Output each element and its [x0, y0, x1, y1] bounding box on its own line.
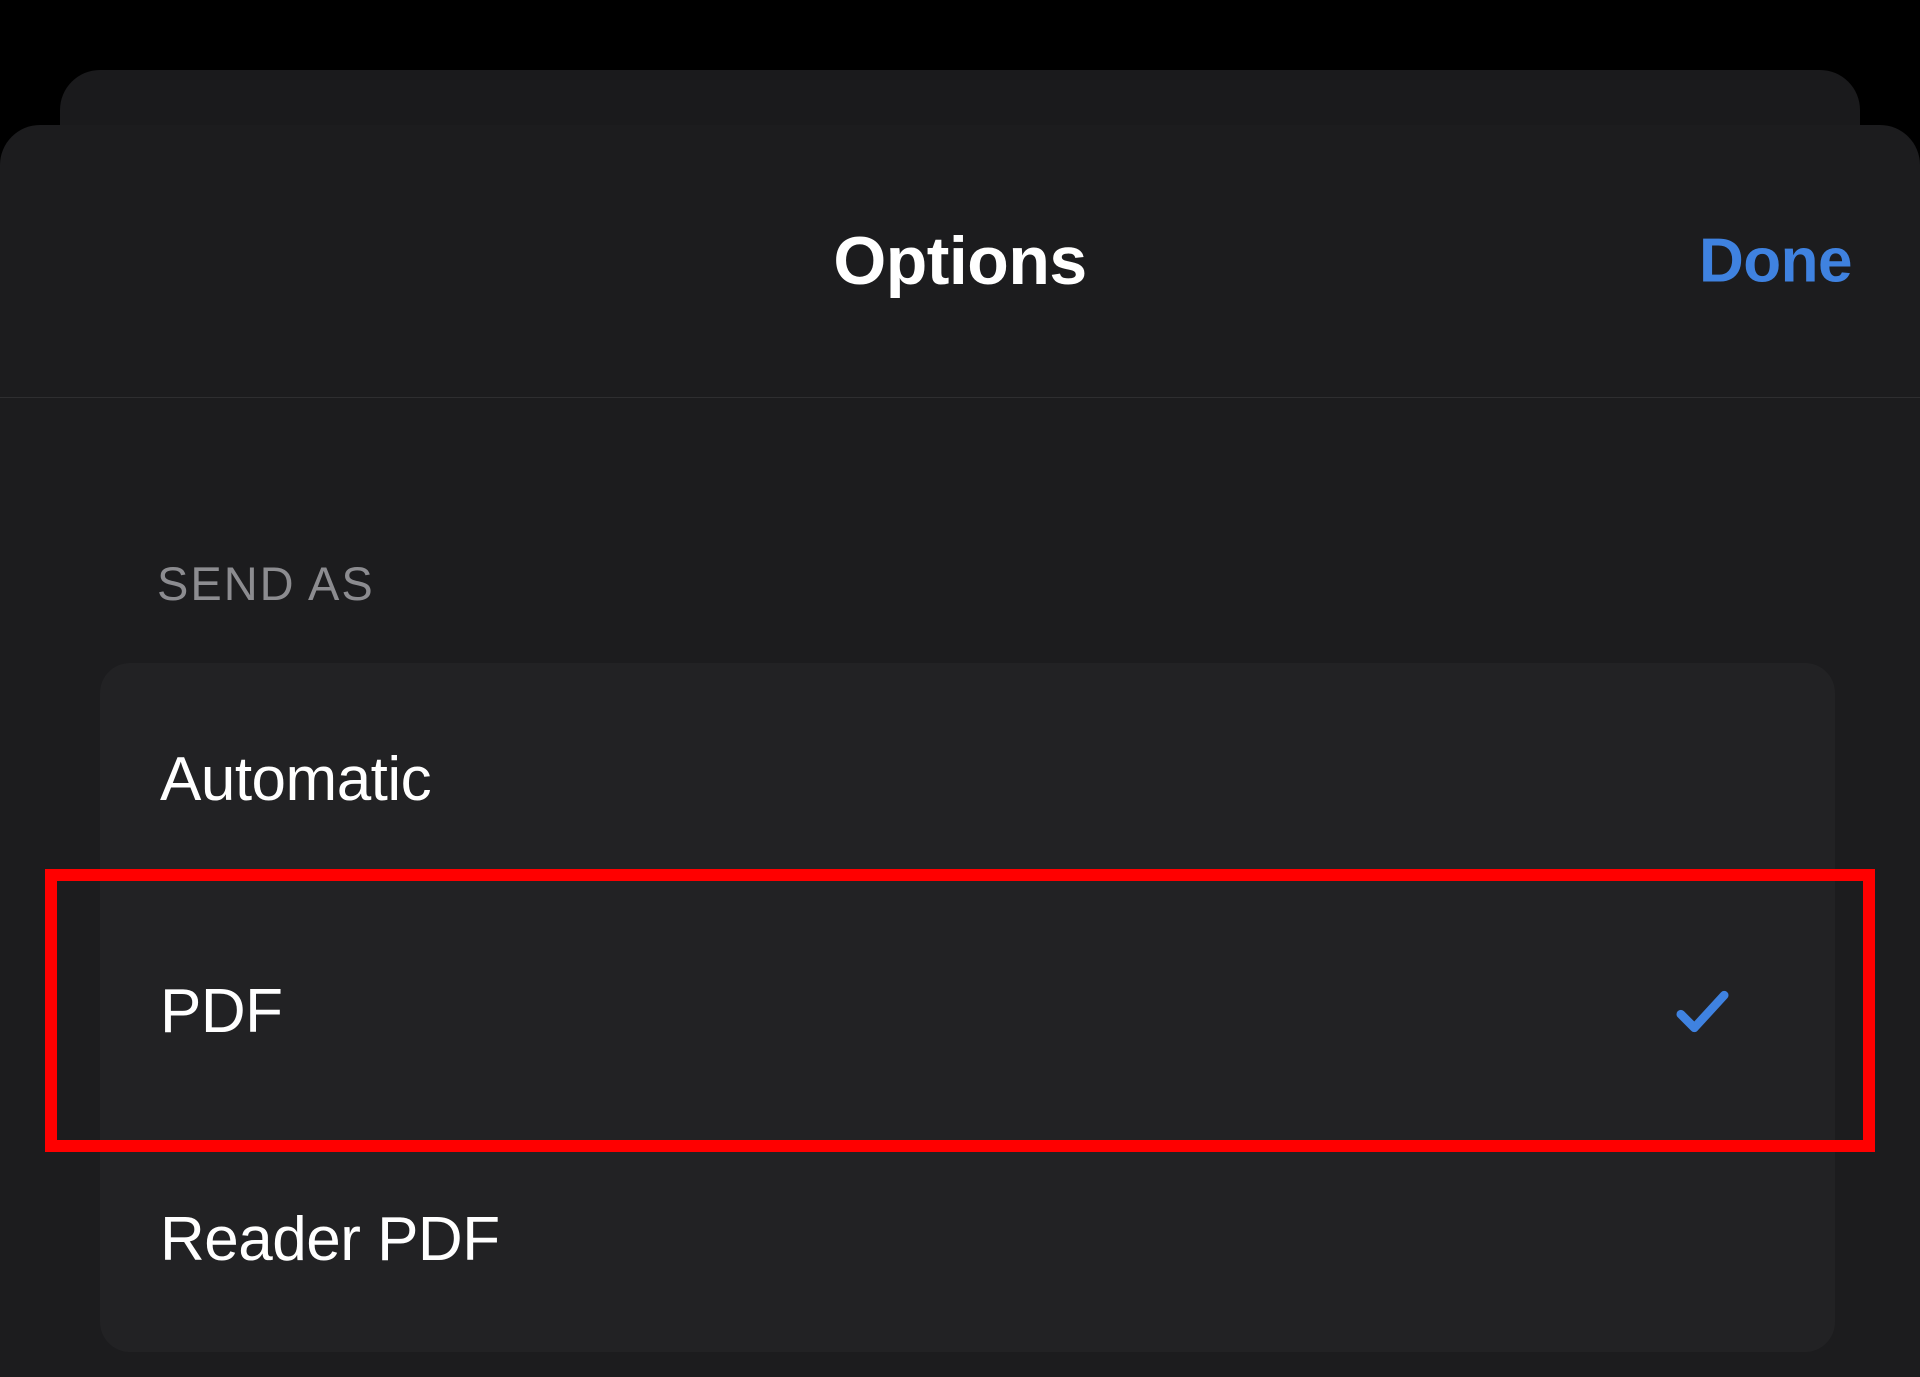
- done-button[interactable]: Done: [1699, 226, 1852, 297]
- list-item-reader-pdf[interactable]: Reader PDF: [100, 1127, 1835, 1352]
- list-item-pdf[interactable]: PDF: [100, 895, 1835, 1127]
- list-item-automatic[interactable]: Automatic: [100, 663, 1835, 895]
- list-item-label: Reader PDF: [160, 1204, 500, 1275]
- section-header-send-as: SEND AS: [0, 556, 1920, 611]
- sheet-header: Options Done: [0, 125, 1920, 398]
- checkmark-icon: [1670, 979, 1735, 1044]
- content-area: SEND AS Automatic PDF Reader PDF: [0, 398, 1920, 1352]
- send-as-list: Automatic PDF Reader PDF: [100, 663, 1835, 1352]
- list-item-label: Automatic: [160, 744, 431, 815]
- list-item-label: PDF: [160, 976, 283, 1047]
- options-sheet: Options Done SEND AS Automatic PDF Reade…: [0, 125, 1920, 1377]
- page-title: Options: [833, 222, 1086, 300]
